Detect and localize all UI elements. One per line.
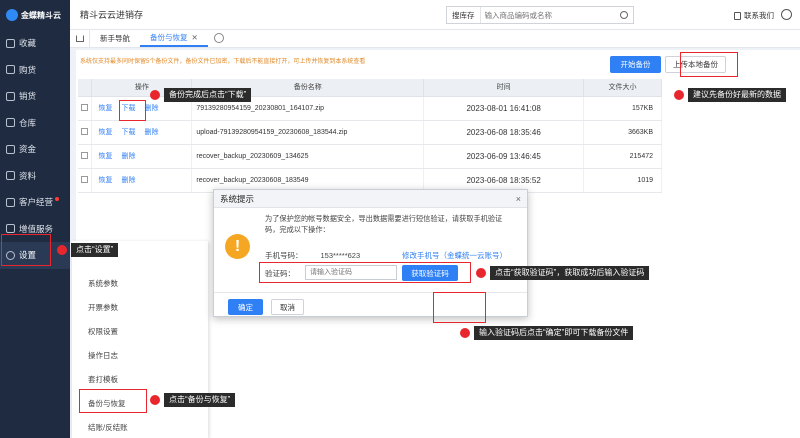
- search-box: 搜库存: [446, 6, 634, 24]
- row-checkbox[interactable]: [81, 175, 89, 183]
- sidebar-item-purchase[interactable]: 购货: [0, 57, 70, 84]
- top-bar: 精斗云云进销存: [70, 0, 800, 30]
- phone-label: 手机号码：: [265, 251, 303, 260]
- money-icon: [6, 144, 15, 154]
- warehouse-icon: [6, 118, 15, 128]
- file-size: 1019: [583, 168, 662, 193]
- backup-notice: 系统仅支持最多同时保留5个备份文件，备份文件已加密，下载后不能直接打开，可上传并…: [80, 59, 366, 65]
- cancel-button[interactable]: 取消: [271, 299, 304, 315]
- delete-link[interactable]: 删除: [144, 105, 158, 112]
- table-row: 恢复 删除 recover_backup_20230609_134625 2023…: [78, 144, 662, 169]
- tab-more-icon[interactable]: [213, 33, 224, 43]
- highlight-code-row: [259, 262, 471, 283]
- submenu-item-print-templates[interactable]: 套打模板: [72, 367, 208, 391]
- cart-icon: [6, 65, 15, 75]
- confirm-button[interactable]: 确定: [228, 299, 263, 315]
- highlight-download: [119, 100, 146, 121]
- sidebar-item-customer[interactable]: 客户经营: [0, 189, 70, 216]
- sidebar-item-warehouse[interactable]: 仓库: [0, 110, 70, 137]
- restore-link[interactable]: 恢复: [98, 153, 112, 160]
- tab-backup-restore[interactable]: 备份与恢复 ✕: [140, 29, 208, 47]
- column-header: 文件大小: [583, 79, 662, 97]
- highlight-settings: [1, 234, 51, 266]
- annotation-confirm: 输入验证码后点击“确定”即可下载备份文件: [460, 326, 634, 340]
- home-icon: [75, 34, 84, 42]
- phone-row: 手机号码： 153*****623: [265, 250, 360, 261]
- sidebar: 金蝶精斗云 收藏 购货 销货 仓库 资金 资料 客户经营 增值服务 设置: [0, 0, 70, 438]
- search-icon[interactable]: [620, 11, 628, 19]
- file-size: 3663KB: [583, 120, 662, 145]
- submenu-item-permissions[interactable]: 权限设置: [72, 319, 208, 343]
- marker-dot: [150, 90, 160, 100]
- restore-link[interactable]: 恢复: [98, 129, 112, 136]
- submenu-item-closing[interactable]: 结账/反结账: [72, 415, 208, 438]
- delete-link[interactable]: 删除: [121, 177, 135, 184]
- backup-name: upload-79139280954159_20230608_183544.zi…: [191, 120, 425, 145]
- logo-icon: [6, 9, 18, 21]
- start-backup-button[interactable]: 开始备份: [610, 56, 661, 73]
- contact-us-link[interactable]: 联系我们: [734, 10, 774, 21]
- sidebar-item-funds[interactable]: 资金: [0, 136, 70, 163]
- logo-text: 金蝶精斗云: [21, 10, 61, 20]
- highlight-backup-restore: [79, 389, 147, 413]
- tab-bar: 新手导航 备份与恢复 ✕: [70, 29, 800, 48]
- row-checkbox[interactable]: [81, 151, 89, 159]
- logo: 金蝶精斗云: [0, 0, 70, 30]
- submenu-item-operation-log[interactable]: 操作日志: [72, 343, 208, 367]
- download-link[interactable]: 下载: [121, 129, 135, 136]
- delete-link[interactable]: 删除: [144, 129, 158, 136]
- backup-time: 2023-06-08 18:35:46: [423, 120, 585, 145]
- user-avatar[interactable]: [781, 9, 792, 20]
- sales-icon: [6, 91, 15, 101]
- marker-dot: [476, 268, 486, 278]
- restore-link[interactable]: 恢复: [98, 177, 112, 184]
- file-size: 215472: [583, 144, 662, 169]
- annotation-settings: 点击“设置”: [57, 243, 119, 257]
- grid-icon: [6, 224, 15, 234]
- delete-link[interactable]: 删除: [121, 153, 135, 160]
- modify-phone-link[interactable]: 修改手机号（金蝶统一云账号）: [402, 250, 507, 261]
- marker-dot: [150, 395, 160, 405]
- marker-dot: [57, 245, 67, 255]
- restore-link[interactable]: 恢复: [98, 105, 112, 112]
- app-title: 精斗云云进销存: [80, 10, 144, 20]
- sidebar-item-favorites[interactable]: 收藏: [0, 30, 70, 57]
- tab-guide[interactable]: 新手导航: [90, 29, 140, 47]
- close-tab-icon[interactable]: ✕: [192, 33, 198, 42]
- annotation-suggest: 建议先备份好最新的数据: [674, 88, 786, 102]
- marker-dot: [674, 90, 684, 100]
- search-scope-label[interactable]: 搜库存: [447, 7, 481, 23]
- phone-icon: [734, 11, 741, 20]
- tab-home[interactable]: [70, 29, 90, 47]
- backup-time: 2023-08-01 16:41:08: [423, 96, 585, 121]
- column-header: 时间: [423, 79, 585, 97]
- phone-number: 153*****623: [320, 251, 361, 260]
- backup-name: recover_backup_20230609_134625: [191, 144, 425, 169]
- annotation-backup-restore: 点击“备份与恢复”: [150, 393, 236, 407]
- annotation-get-code: 点击“获取验证码”，获取成功后输入验证码: [476, 266, 650, 280]
- sidebar-item-data[interactable]: 资料: [0, 163, 70, 190]
- close-icon[interactable]: ×: [516, 194, 521, 204]
- notification-dot: [55, 197, 60, 202]
- star-icon: [6, 38, 15, 48]
- highlight-confirm: [433, 292, 486, 323]
- highlight-start-backup: [680, 52, 738, 77]
- sidebar-item-sales[interactable]: 销货: [0, 83, 70, 110]
- marker-dot: [460, 328, 470, 338]
- row-checkbox[interactable]: [81, 127, 89, 135]
- warning-icon: !: [225, 234, 250, 259]
- dialog-message: 为了保护您的帐号数据安全，导出数据需要进行短信验证，请获取手机验证码，完成以下操…: [265, 214, 503, 234]
- search-input[interactable]: [480, 10, 620, 20]
- customer-icon: [6, 197, 15, 207]
- backup-time: 2023-06-09 13:46:45: [423, 144, 585, 169]
- document-icon: [6, 171, 15, 181]
- dialog-title: 系统提示 ×: [214, 190, 527, 208]
- row-checkbox[interactable]: [81, 103, 89, 111]
- submenu-item-invoice-params[interactable]: 开票参数: [72, 295, 208, 319]
- table-row: 恢复 下载 删除 upload-79139280954159_20230608_18…: [78, 120, 662, 145]
- submenu-item-system-params[interactable]: 系统参数: [72, 271, 208, 295]
- annotation-download: 备份完成后点击“下载”: [150, 88, 252, 102]
- file-size: 157KB: [583, 96, 662, 121]
